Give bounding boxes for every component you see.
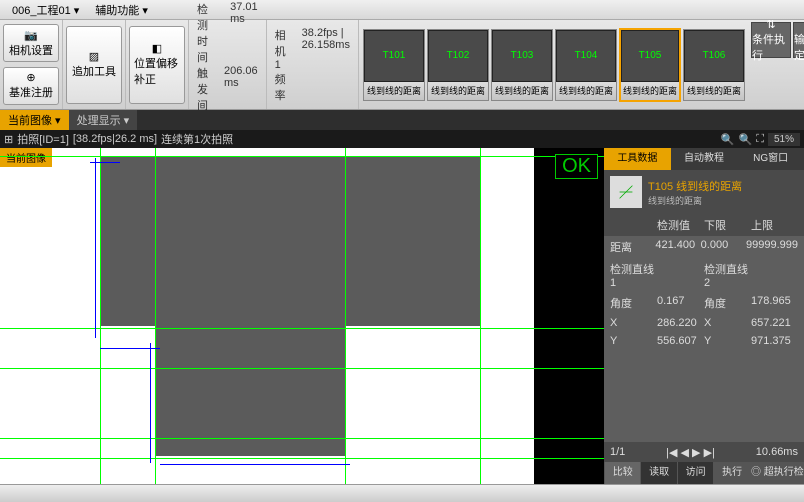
fit-icon[interactable]: ⛶ [756, 133, 764, 146]
data-table: 检测值下限上限 距离421.4000.00099999.999 检测直线1检测直… [604, 214, 804, 442]
position-compensation-button[interactable]: ◧位置偏移补正 [129, 26, 185, 104]
zoom-in-icon[interactable]: 🔍 [721, 133, 735, 146]
tool-time: 10.66ms [756, 446, 798, 458]
status-bar [0, 484, 804, 502]
tab-auto-teach[interactable]: 自动教程 [671, 148, 738, 170]
side-panel: 工具数据 自动教程 NG窗口 T105 线到线的距离 线到线的距离 检测值下限上… [604, 148, 804, 484]
menu-aux[interactable]: 辅助功能 ▾ [87, 0, 156, 20]
zoom-out-icon[interactable]: 🔍 [739, 133, 753, 146]
plus-icon: ▨ [89, 50, 99, 63]
output-settings-button[interactable]: ▭输出设定 [793, 22, 804, 58]
tab-tool-data[interactable]: 工具数据 [604, 148, 671, 170]
thumb-t103[interactable]: T103线到线的距离 [491, 29, 553, 101]
thumb-t102[interactable]: T102线到线的距离 [427, 29, 489, 101]
compare-button[interactable]: 比较 [604, 462, 640, 484]
base-register-button[interactable]: ⊕基准注册 [3, 67, 59, 105]
continuous-info: 连续第1次拍照 [161, 131, 233, 147]
execute-button[interactable]: 执行 [713, 462, 749, 484]
thumb-t104[interactable]: T104线到线的距离 [555, 29, 617, 101]
add-tool-button[interactable]: ▨追加工具 [66, 26, 122, 104]
tab-current-image[interactable]: 当前图像 ▾ [0, 110, 69, 130]
tool-icon [610, 176, 642, 208]
branch-icon: ⇅ [766, 18, 775, 31]
thumb-t105[interactable]: T105线到线的距离 [619, 28, 681, 102]
condition-exec-button[interactable]: ⇅条件执行 [751, 22, 791, 58]
camera-settings-button[interactable]: 📷相机设置 [3, 24, 59, 62]
stats-panel: 检测时间37.01 ms 触发间隔206.06 ms [189, 20, 267, 109]
shot-info: 拍照[ID=1] [17, 131, 69, 147]
thumb-t106[interactable]: T106线到线的距离 [683, 29, 745, 101]
camera-freq: 相机1频率38.2fps | 26.158ms [267, 20, 359, 109]
zoom-value[interactable]: 51% [768, 133, 800, 146]
read-button[interactable]: 读取 [640, 462, 676, 484]
tool-thumbnails: T101线到线的距离 T102线到线的距离 T103线到线的距离 T104线到线… [359, 20, 749, 109]
page-nav[interactable]: |◀ ◀ ▶ ▶| [666, 446, 715, 459]
viewport-ok: OK [555, 154, 598, 179]
grid-icon[interactable]: ⊞ [4, 133, 13, 146]
tab-process-display[interactable]: 处理显示 ▾ [69, 110, 138, 130]
tab-ng-window[interactable]: NG窗口 [737, 148, 804, 170]
image-viewport[interactable]: 当前图像 OK [0, 148, 604, 484]
menu-project[interactable]: 006_工程01 ▾ [4, 0, 87, 20]
target-icon: ⊕ [26, 71, 35, 84]
over-execute-button[interactable]: ◎ 超执行检测 [750, 462, 804, 484]
viewport-label: 当前图像 [0, 148, 52, 167]
access-button[interactable]: 访问 [677, 462, 713, 484]
camera-icon: 📷 [24, 29, 38, 42]
layers-icon: ◧ [152, 42, 162, 55]
timing-info: [38.2fps|26.2 ms] [73, 133, 157, 145]
thumb-t101[interactable]: T101线到线的距离 [363, 29, 425, 101]
page-indicator: 1/1 [610, 446, 625, 458]
